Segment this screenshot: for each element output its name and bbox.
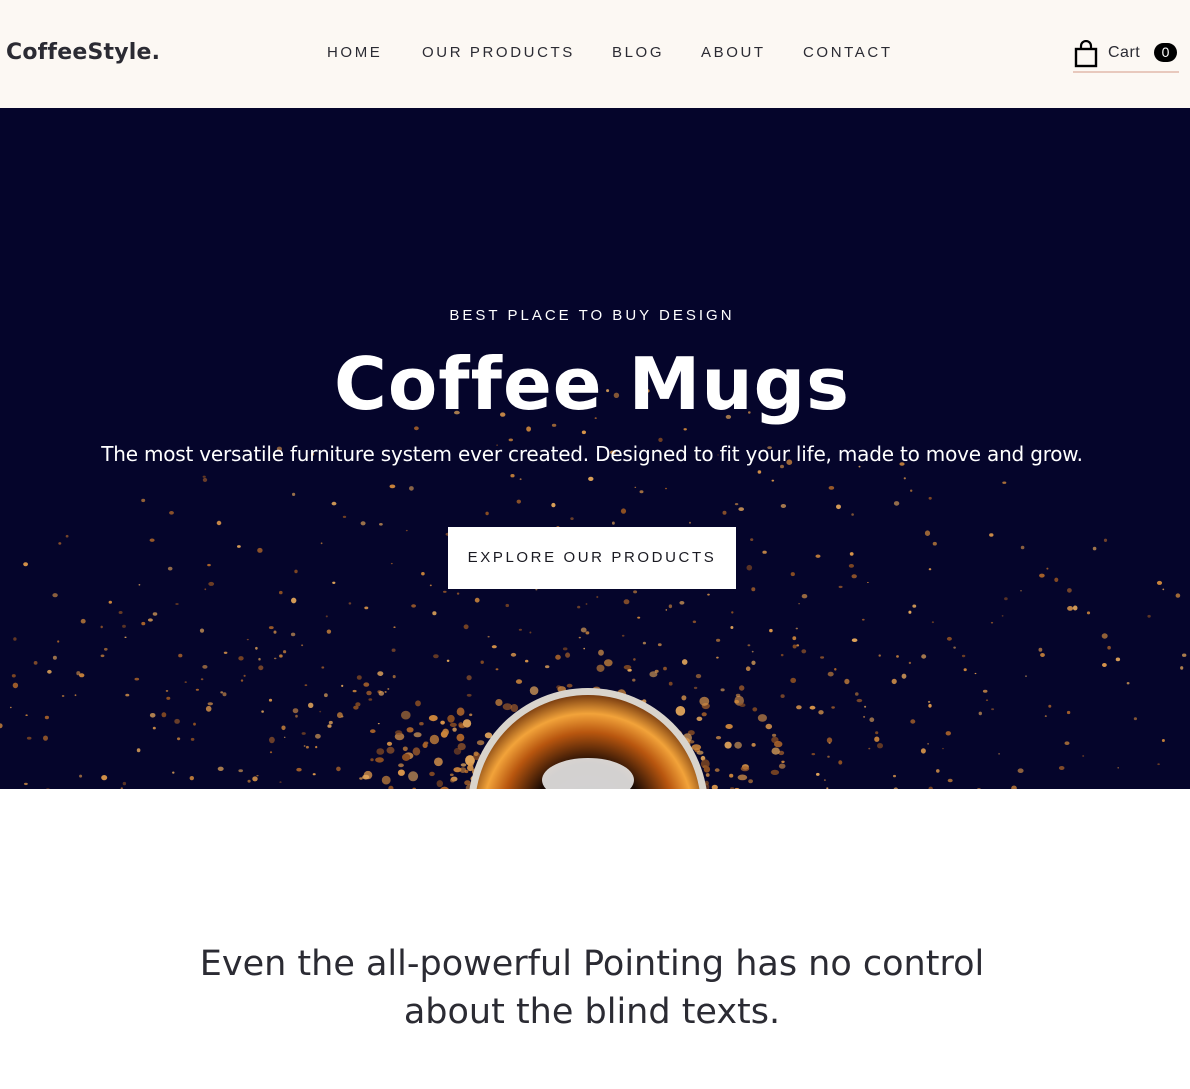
hero-title: Coffee Mugs xyxy=(334,342,850,426)
shopping-bag-icon xyxy=(1074,40,1098,68)
hero-banner: BEST PLACE TO BUY DESIGN Coffee Mugs The… xyxy=(0,108,1190,789)
cart-button[interactable]: Cart 0 xyxy=(1073,38,1179,73)
nav-item-our-products[interactable]: OUR PRODUCTS xyxy=(422,44,575,61)
site-header: CoffeeStyle. HOME OUR PRODUCTS BLOG ABOU… xyxy=(0,0,1190,108)
cart-label: Cart xyxy=(1108,44,1141,61)
hero-subtitle: The most versatile furniture system ever… xyxy=(101,442,1083,466)
hero-eyebrow: BEST PLACE TO BUY DESIGN xyxy=(449,307,735,324)
main-nav: HOME OUR PRODUCTS BLOG ABOUT CONTACT xyxy=(0,44,1190,64)
intro-line-1: Even the all-powerful Pointing has no co… xyxy=(199,944,985,984)
cart-count-badge: 0 xyxy=(1154,43,1177,62)
nav-item-blog[interactable]: BLOG xyxy=(612,44,664,61)
nav-item-home[interactable]: HOME xyxy=(327,44,382,61)
intro-line-2: about the blind texts. xyxy=(403,992,781,1032)
intro-heading: Even the all-powerful Pointing has no co… xyxy=(0,940,1184,1036)
nav-item-contact[interactable]: CONTACT xyxy=(803,44,893,61)
explore-products-button[interactable]: EXPLORE OUR PRODUCTS xyxy=(448,527,736,589)
nav-item-about[interactable]: ABOUT xyxy=(701,44,766,61)
